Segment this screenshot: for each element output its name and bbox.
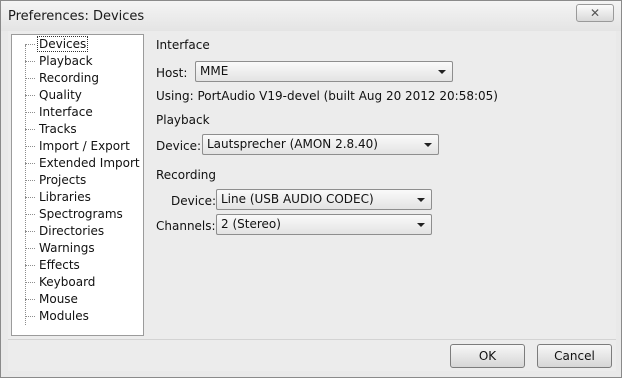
chevron-down-icon xyxy=(424,143,432,147)
tree-item-playback[interactable]: Playback xyxy=(25,53,94,70)
tree-item-mouse[interactable]: Mouse xyxy=(25,291,79,308)
recording-section-label: Recording xyxy=(156,168,217,182)
playback-device-label: Device: xyxy=(156,139,202,153)
channels-value: 2 (Stereo) xyxy=(221,217,281,231)
footer-separator xyxy=(8,339,616,340)
close-button[interactable]: ✕ xyxy=(576,4,614,22)
tree-item-warnings[interactable]: Warnings xyxy=(25,240,96,257)
chevron-down-icon xyxy=(417,198,425,202)
dialog-client: Devices Playback Recording Quality Inter… xyxy=(8,31,616,371)
tree-item-extended-import[interactable]: Extended Import xyxy=(25,155,141,172)
ok-button[interactable]: OK xyxy=(450,344,525,368)
playback-section-label: Playback xyxy=(156,113,210,127)
channels-label: Channels: xyxy=(156,219,216,233)
settings-panel: Interface Host: MME Using: PortAudio V19… xyxy=(147,34,615,336)
interface-section-label: Interface xyxy=(156,38,210,52)
tree-item-libraries[interactable]: Libraries xyxy=(25,189,92,206)
tree-item-import-export[interactable]: Import / Export xyxy=(25,138,131,155)
tree-item-devices[interactable]: Devices xyxy=(25,36,89,53)
tree-item-interface[interactable]: Interface xyxy=(25,104,94,121)
window-title: Preferences: Devices xyxy=(8,9,145,24)
channels-dropdown[interactable]: 2 (Stereo) xyxy=(216,214,432,235)
playback-device-value: Lautsprecher (AMON 2.8.40) xyxy=(207,137,378,151)
host-dropdown[interactable]: MME xyxy=(195,61,453,82)
tree-item-tracks[interactable]: Tracks xyxy=(25,121,78,138)
playback-device-dropdown[interactable]: Lautsprecher (AMON 2.8.40) xyxy=(202,134,439,155)
tree-item-spectrograms[interactable]: Spectrograms xyxy=(25,206,124,223)
cancel-button[interactable]: Cancel xyxy=(537,344,612,368)
tree-item-quality[interactable]: Quality xyxy=(25,87,83,104)
tree-item-modules[interactable]: Modules xyxy=(25,308,90,325)
chevron-down-icon xyxy=(438,70,446,74)
chevron-down-icon xyxy=(417,223,425,227)
recording-device-dropdown[interactable]: Line (USB AUDIO CODEC) xyxy=(216,189,432,210)
tree-item-keyboard[interactable]: Keyboard xyxy=(25,274,96,291)
recording-device-label: Device: xyxy=(171,194,217,208)
host-value: MME xyxy=(200,64,229,78)
tree-item-directories[interactable]: Directories xyxy=(25,223,105,240)
tree-item-recording[interactable]: Recording xyxy=(25,70,100,87)
portaudio-version-text: Using: PortAudio V19-devel (built Aug 20… xyxy=(156,89,498,103)
host-label: Host: xyxy=(156,66,188,80)
title-bar[interactable]: Preferences: Devices ✕ xyxy=(1,1,621,31)
tree-item-projects[interactable]: Projects xyxy=(25,172,87,189)
close-icon: ✕ xyxy=(589,6,601,20)
preferences-window: Preferences: Devices ✕ Devices Playback … xyxy=(0,0,622,378)
tree-item-effects[interactable]: Effects xyxy=(25,257,81,274)
recording-device-value: Line (USB AUDIO CODEC) xyxy=(221,192,374,206)
category-tree[interactable]: Devices Playback Recording Quality Inter… xyxy=(11,34,144,336)
